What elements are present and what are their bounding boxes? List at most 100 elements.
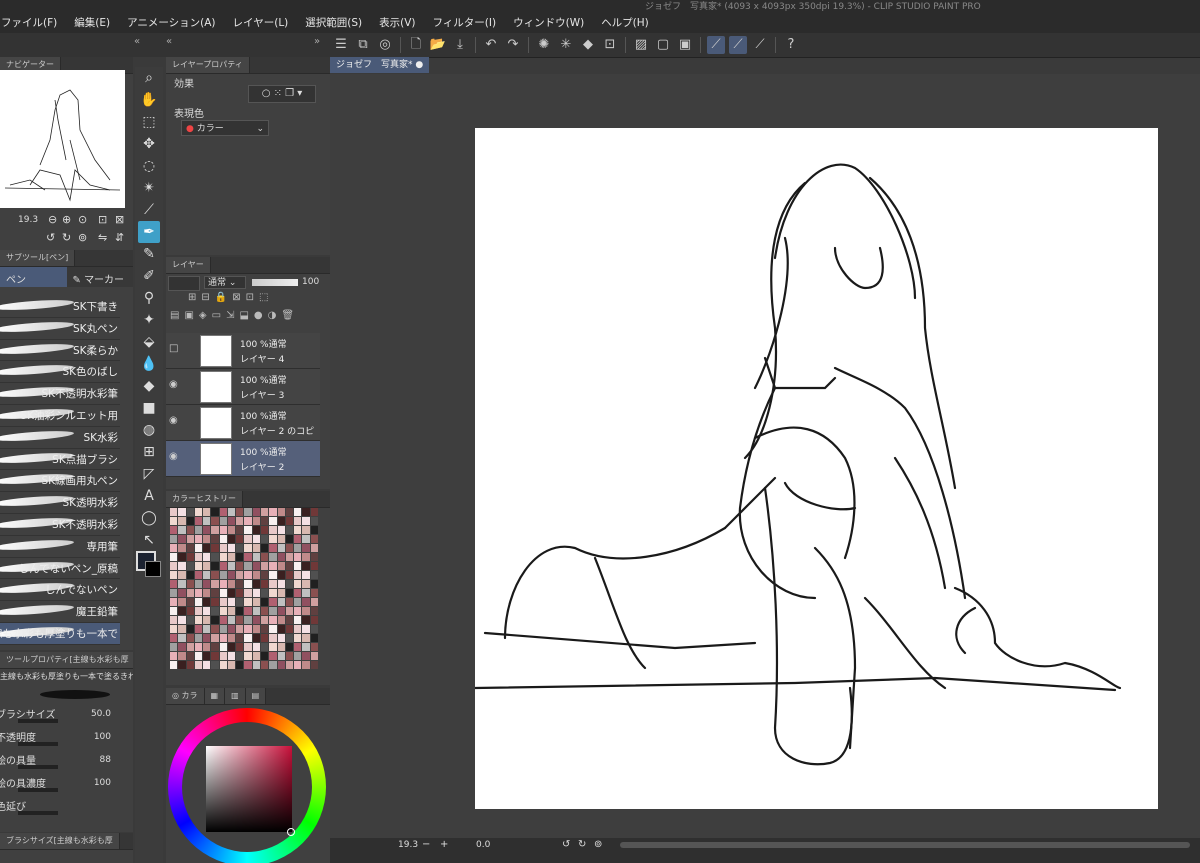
color-history-swatch[interactable]: [194, 634, 203, 642]
color-history-swatch[interactable]: [236, 544, 244, 552]
menu-select[interactable]: 選択範囲(S): [296, 15, 370, 30]
selection-show-icon[interactable]: ▣: [676, 36, 694, 54]
color-history-swatch[interactable]: [244, 544, 252, 552]
color-history-swatch[interactable]: [285, 634, 294, 642]
color-history-swatch[interactable]: [219, 589, 227, 597]
collapse-left-icon-2[interactable]: «: [166, 36, 172, 47]
color-history-swatch[interactable]: [178, 526, 186, 534]
status-zoom-out-icon[interactable]: −: [422, 839, 430, 850]
color-history-swatch[interactable]: [302, 553, 310, 561]
color-history-swatch[interactable]: [211, 562, 219, 570]
color-history-swatch[interactable]: [244, 652, 252, 660]
color-history-swatch[interactable]: [269, 625, 277, 633]
color-history-swatch[interactable]: [186, 607, 194, 615]
color-history-swatch[interactable]: [244, 598, 252, 606]
magic-wand-icon[interactable]: ✴: [138, 177, 160, 199]
color-history-swatch[interactable]: [252, 580, 261, 588]
color-history-swatch[interactable]: [194, 607, 203, 615]
color-history-swatch[interactable]: [178, 598, 186, 606]
color-history-swatch[interactable]: [294, 517, 302, 525]
color-history-swatch[interactable]: [211, 607, 219, 615]
color-history-swatch[interactable]: [269, 553, 277, 561]
color-history-swatch[interactable]: [178, 634, 186, 642]
color-history-swatch[interactable]: [227, 526, 236, 534]
color-history-swatch[interactable]: [252, 526, 261, 534]
color-history-swatch[interactable]: [211, 634, 219, 642]
color-history-swatch[interactable]: [211, 544, 219, 552]
color-history-swatch[interactable]: [261, 580, 269, 588]
gradient-tool-icon[interactable]: ■: [138, 397, 160, 419]
color-history-swatch[interactable]: [203, 643, 211, 651]
color-history-swatch[interactable]: [261, 508, 269, 516]
color-history-swatch[interactable]: [252, 661, 261, 669]
status-zoom-value[interactable]: 19.3: [398, 840, 418, 850]
color-history-swatch[interactable]: [186, 508, 194, 516]
protect-icon[interactable]: ⊞: [188, 292, 201, 303]
color-history-swatch[interactable]: [310, 625, 318, 633]
color-history-swatch[interactable]: [186, 589, 194, 597]
color-history-swatch[interactable]: [203, 616, 211, 624]
color-history-swatch[interactable]: [211, 526, 219, 534]
color-history-swatch[interactable]: [261, 553, 269, 561]
color-history-swatch[interactable]: [236, 535, 244, 543]
color-history-swatch[interactable]: [261, 643, 269, 651]
save-icon[interactable]: ⤓: [451, 36, 469, 54]
color-history-swatch[interactable]: [203, 580, 211, 588]
color-history-swatch[interactable]: [236, 553, 244, 561]
color-history-swatch[interactable]: [194, 652, 203, 660]
color-history-swatch[interactable]: [203, 661, 211, 669]
fit-icon[interactable]: ⊙: [78, 213, 87, 226]
color-history-swatch[interactable]: [302, 652, 310, 660]
color-history-swatch[interactable]: [294, 625, 302, 633]
color-history-swatch[interactable]: [178, 553, 186, 561]
color-history-swatch[interactable]: [211, 661, 219, 669]
color-history-swatch[interactable]: [227, 517, 236, 525]
menu-view[interactable]: 表示(V): [370, 15, 423, 30]
color-history-swatch[interactable]: [310, 589, 318, 597]
navigator-preview[interactable]: [0, 70, 125, 208]
color-history-swatch[interactable]: [310, 571, 318, 579]
color-history-swatch[interactable]: [211, 517, 219, 525]
color-history-swatch[interactable]: [227, 607, 236, 615]
color-history-swatch[interactable]: [194, 544, 203, 552]
status-rotate-left-icon[interactable]: ↺: [562, 839, 570, 850]
color-history-swatch[interactable]: [227, 661, 236, 669]
color-history-swatch[interactable]: [194, 517, 203, 525]
brush-item[interactable]: SK丸ペン: [0, 318, 120, 340]
color-history-swatch[interactable]: [252, 571, 261, 579]
color-history-swatch[interactable]: [294, 634, 302, 642]
color-history-swatch[interactable]: [244, 535, 252, 543]
menu-filter[interactable]: フィルター(I): [424, 15, 505, 30]
brush-item[interactable]: SK不透明水彩: [0, 514, 120, 536]
snap-ruler-icon[interactable]: ⟋: [707, 36, 725, 54]
color-history-swatch[interactable]: [277, 607, 285, 615]
color-history-swatch[interactable]: [227, 625, 236, 633]
color-history-swatch[interactable]: [211, 571, 219, 579]
color-history-swatch[interactable]: [244, 580, 252, 588]
color-history-swatch[interactable]: [269, 598, 277, 606]
rotate-right-icon[interactable]: ↻: [62, 231, 71, 244]
color-history-swatch[interactable]: [227, 652, 236, 660]
color-history-swatch[interactable]: [269, 580, 277, 588]
brush-item[interactable]: SK不透明水彩筆: [0, 383, 120, 405]
color-history-swatch[interactable]: [302, 544, 310, 552]
fill-icon[interactable]: ◆: [579, 36, 597, 54]
color-history-swatch[interactable]: [285, 643, 294, 651]
color-history-swatch[interactable]: [269, 643, 277, 651]
tool-property-row[interactable]: 絵の具濃度 100: [0, 773, 133, 796]
status-zoom-in-icon[interactable]: +: [440, 839, 448, 850]
flip-horizontal-icon[interactable]: ⇋: [98, 231, 107, 244]
selection-off-icon[interactable]: ▨: [632, 36, 650, 54]
color-history-swatch[interactable]: [269, 634, 277, 642]
brush-item[interactable]: SK色のばし: [0, 361, 120, 384]
color-history-swatch[interactable]: [170, 589, 178, 597]
color-history-swatch[interactable]: [277, 652, 285, 660]
color-history-swatch[interactable]: [269, 616, 277, 624]
color-history-swatch[interactable]: [277, 580, 285, 588]
color-history-swatch[interactable]: [310, 652, 318, 660]
color-history-swatch[interactable]: [277, 643, 285, 651]
color-history-swatch[interactable]: [244, 571, 252, 579]
brush-item[interactable]: SK水彩: [0, 427, 120, 449]
color-history-swatch[interactable]: [285, 553, 294, 561]
decoration-tool-icon[interactable]: ✦: [138, 309, 160, 331]
